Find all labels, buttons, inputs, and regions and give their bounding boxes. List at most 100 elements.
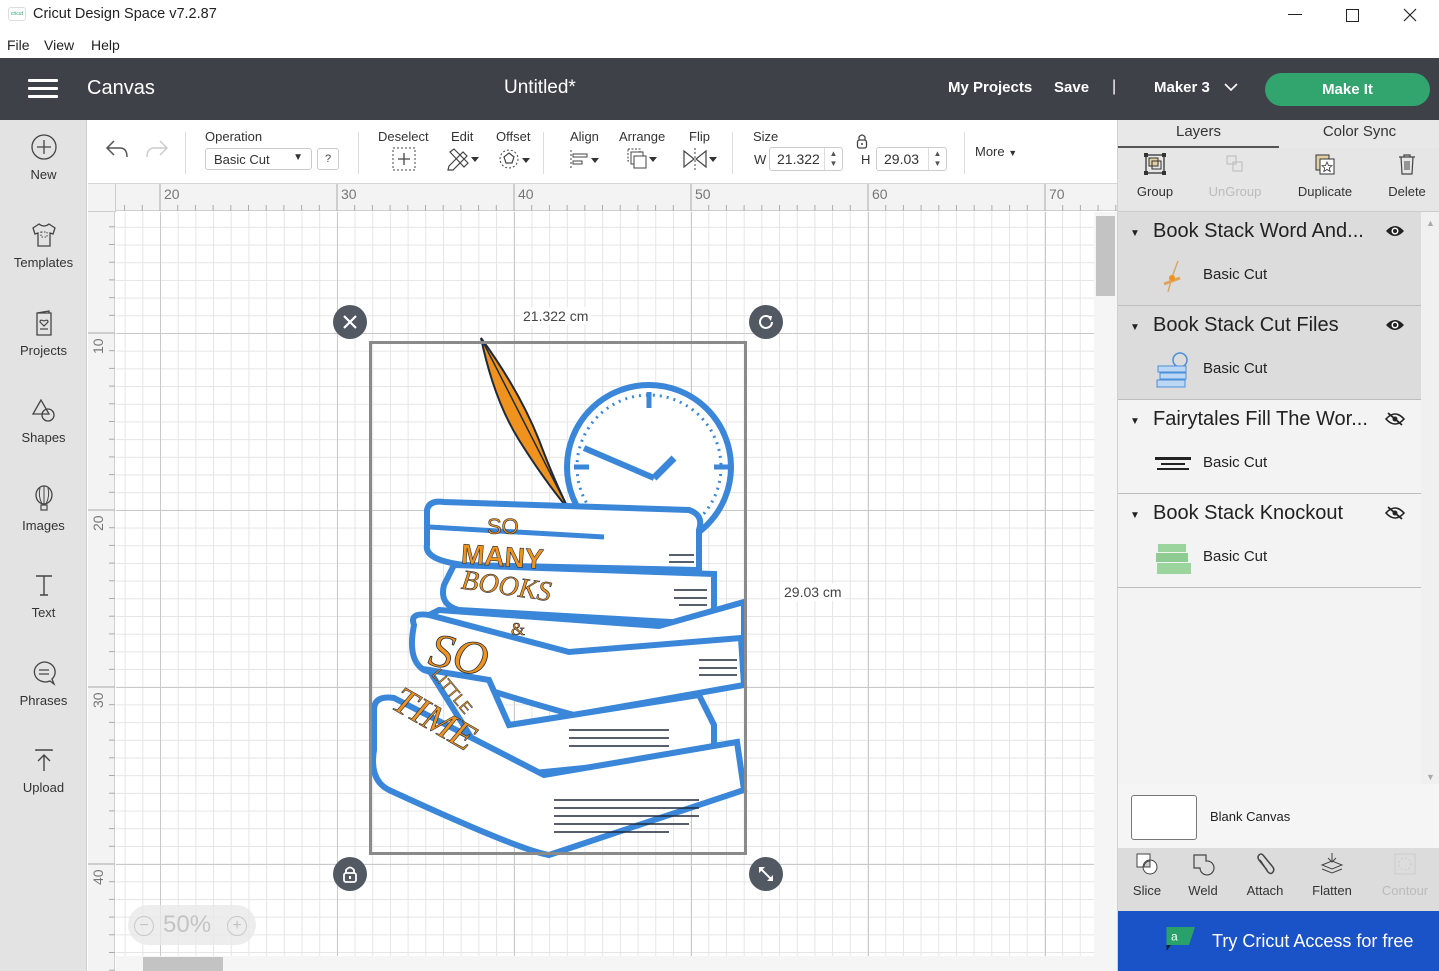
- eye-hidden-icon[interactable]: [1385, 506, 1405, 520]
- group-button[interactable]: Group: [1115, 152, 1195, 199]
- sidebar-item-text[interactable]: Text: [0, 570, 87, 650]
- sidebar-item-upload[interactable]: Upload: [0, 745, 87, 825]
- ungroup-button[interactable]: UnGroup: [1195, 152, 1275, 199]
- more-button[interactable]: More ▼: [975, 144, 1017, 159]
- lock-icon: [343, 866, 357, 883]
- menu-file[interactable]: File: [7, 37, 30, 53]
- caret-down-icon[interactable]: ▼: [1130, 510, 1140, 521]
- canvas-horizontal-scrollbar[interactable]: [116, 956, 1094, 971]
- layer-thumbnail: [1155, 457, 1191, 470]
- rotate-handle[interactable]: [749, 305, 783, 339]
- scroll-down-icon[interactable]: ▼: [1426, 772, 1435, 782]
- contour-button[interactable]: Contour: [1373, 852, 1437, 898]
- sidebar-item-shapes[interactable]: Shapes: [0, 395, 87, 475]
- delete-button[interactable]: Delete: [1367, 152, 1439, 199]
- deselect-icon[interactable]: [392, 147, 416, 171]
- tab-layers[interactable]: Layers: [1118, 123, 1279, 148]
- sidebar-item-new[interactable]: New: [0, 132, 87, 212]
- eye-icon[interactable]: [1385, 224, 1405, 238]
- sidebar-label: Upload: [22, 780, 65, 795]
- layer-name: Book Stack Knockout: [1153, 502, 1344, 524]
- layer-name: Book Stack Word And...: [1153, 220, 1364, 242]
- ruler-tick-label: 10: [90, 338, 106, 354]
- ruler-tick-label: 30: [90, 692, 106, 708]
- scrollbar-thumb[interactable]: [1096, 216, 1115, 296]
- operation-help-button[interactable]: ?: [317, 148, 339, 170]
- toolbar-divider: [964, 132, 965, 174]
- eye-icon[interactable]: [1385, 318, 1405, 332]
- width-value: 21.322: [777, 151, 820, 167]
- operation-value: Basic Cut: [214, 152, 270, 167]
- ungroup-label: UnGroup: [1208, 184, 1262, 199]
- slice-button[interactable]: Slice: [1115, 852, 1179, 898]
- redo-icon[interactable]: [144, 138, 170, 160]
- hamburger-menu-icon[interactable]: [28, 79, 58, 99]
- layer-operation: Basic Cut: [1203, 360, 1268, 377]
- sidebar-item-projects[interactable]: Projects: [0, 308, 87, 388]
- layers-scrollbar[interactable]: ▲ ▼: [1421, 212, 1439, 792]
- width-readout: 21.322 cm: [520, 307, 592, 325]
- width-label: W: [754, 152, 767, 167]
- close-icon: [343, 315, 357, 329]
- close-button[interactable]: [1381, 0, 1439, 30]
- menu-help[interactable]: Help: [91, 37, 120, 53]
- selection-bounding-box[interactable]: [369, 341, 747, 855]
- caret-down-icon[interactable]: ▼: [1130, 228, 1140, 239]
- layer-item[interactable]: ▼ Book Stack Cut Files Basic Cut: [1118, 306, 1421, 400]
- width-stepper[interactable]: ▲ ▼: [824, 148, 842, 170]
- height-input[interactable]: 29.03 ▲ ▼: [876, 147, 947, 171]
- layer-item[interactable]: ▼ Book Stack Knockout Basic Cut: [1118, 494, 1421, 588]
- blank-canvas-row[interactable]: Blank Canvas: [1118, 784, 1439, 848]
- scrollbar-thumb[interactable]: [143, 957, 223, 971]
- my-projects-link[interactable]: My Projects: [948, 79, 1032, 96]
- offset-label: Offset: [496, 129, 531, 144]
- lock-aspect-icon[interactable]: [854, 132, 870, 150]
- arrange-icon[interactable]: [626, 147, 660, 171]
- save-button[interactable]: Save: [1054, 79, 1089, 96]
- sidebar-item-templates[interactable]: Templates: [0, 220, 87, 300]
- maximize-button[interactable]: [1323, 0, 1381, 30]
- machine-selector[interactable]: Maker 3: [1154, 79, 1210, 96]
- flip-icon[interactable]: [682, 148, 718, 172]
- cricut-access-banner[interactable]: a Try Cricut Access for free: [1118, 911, 1439, 971]
- duplicate-button[interactable]: Duplicate: [1285, 152, 1365, 199]
- flatten-button[interactable]: Flatten: [1300, 852, 1364, 898]
- document-title: Untitled*: [504, 77, 576, 98]
- canvas-vertical-scrollbar[interactable]: [1094, 212, 1117, 971]
- blank-canvas-swatch[interactable]: [1131, 795, 1197, 840]
- offset-icon[interactable]: [498, 148, 532, 172]
- attach-button[interactable]: Attach: [1233, 852, 1297, 898]
- delete-handle[interactable]: [333, 305, 367, 339]
- tab-color-sync[interactable]: Color Sync: [1279, 123, 1439, 140]
- caret-down-icon[interactable]: ▼: [1130, 322, 1140, 333]
- zoom-out-button[interactable]: −: [134, 916, 154, 936]
- left-sidebar: New Templates Projects Shapes Images Tex…: [0, 120, 87, 971]
- weld-button[interactable]: Weld: [1171, 852, 1235, 898]
- layer-item[interactable]: ▼ Fairytales Fill The Wor... Basic Cut: [1118, 400, 1421, 494]
- make-it-button[interactable]: Make It: [1265, 73, 1430, 106]
- resize-handle[interactable]: [749, 857, 783, 891]
- layer-item[interactable]: ▼ Book Stack Word And... Basic Cut: [1118, 212, 1421, 306]
- edit-label: Edit: [451, 129, 474, 144]
- menu-view[interactable]: View: [44, 37, 74, 53]
- layers-panel: Layers Color Sync Group UnGroup Duplicat…: [1117, 120, 1439, 971]
- sidebar-item-images[interactable]: Images: [0, 483, 87, 563]
- edit-pencil-ruler-icon[interactable]: [446, 147, 480, 171]
- zoom-in-button[interactable]: +: [227, 916, 247, 936]
- operation-select[interactable]: Basic Cut ▼: [205, 148, 312, 170]
- speech-bubble-icon: [33, 661, 56, 686]
- card-heart-icon: [35, 310, 52, 336]
- caret-down-icon[interactable]: ▼: [1130, 416, 1140, 427]
- sidebar-item-phrases[interactable]: Phrases: [0, 658, 87, 738]
- eye-hidden-icon[interactable]: [1385, 412, 1405, 426]
- chevron-down-icon[interactable]: [1223, 80, 1239, 94]
- lock-handle[interactable]: [333, 857, 367, 891]
- minimize-icon: [1288, 14, 1302, 15]
- undo-icon[interactable]: [104, 138, 130, 160]
- toolbar-divider: [543, 132, 544, 174]
- minimize-button[interactable]: [1266, 0, 1324, 30]
- align-icon[interactable]: [569, 149, 603, 171]
- height-stepper[interactable]: ▲ ▼: [928, 148, 946, 170]
- width-input[interactable]: 21.322 ▲ ▼: [769, 147, 843, 171]
- scroll-up-icon[interactable]: ▲: [1426, 218, 1435, 228]
